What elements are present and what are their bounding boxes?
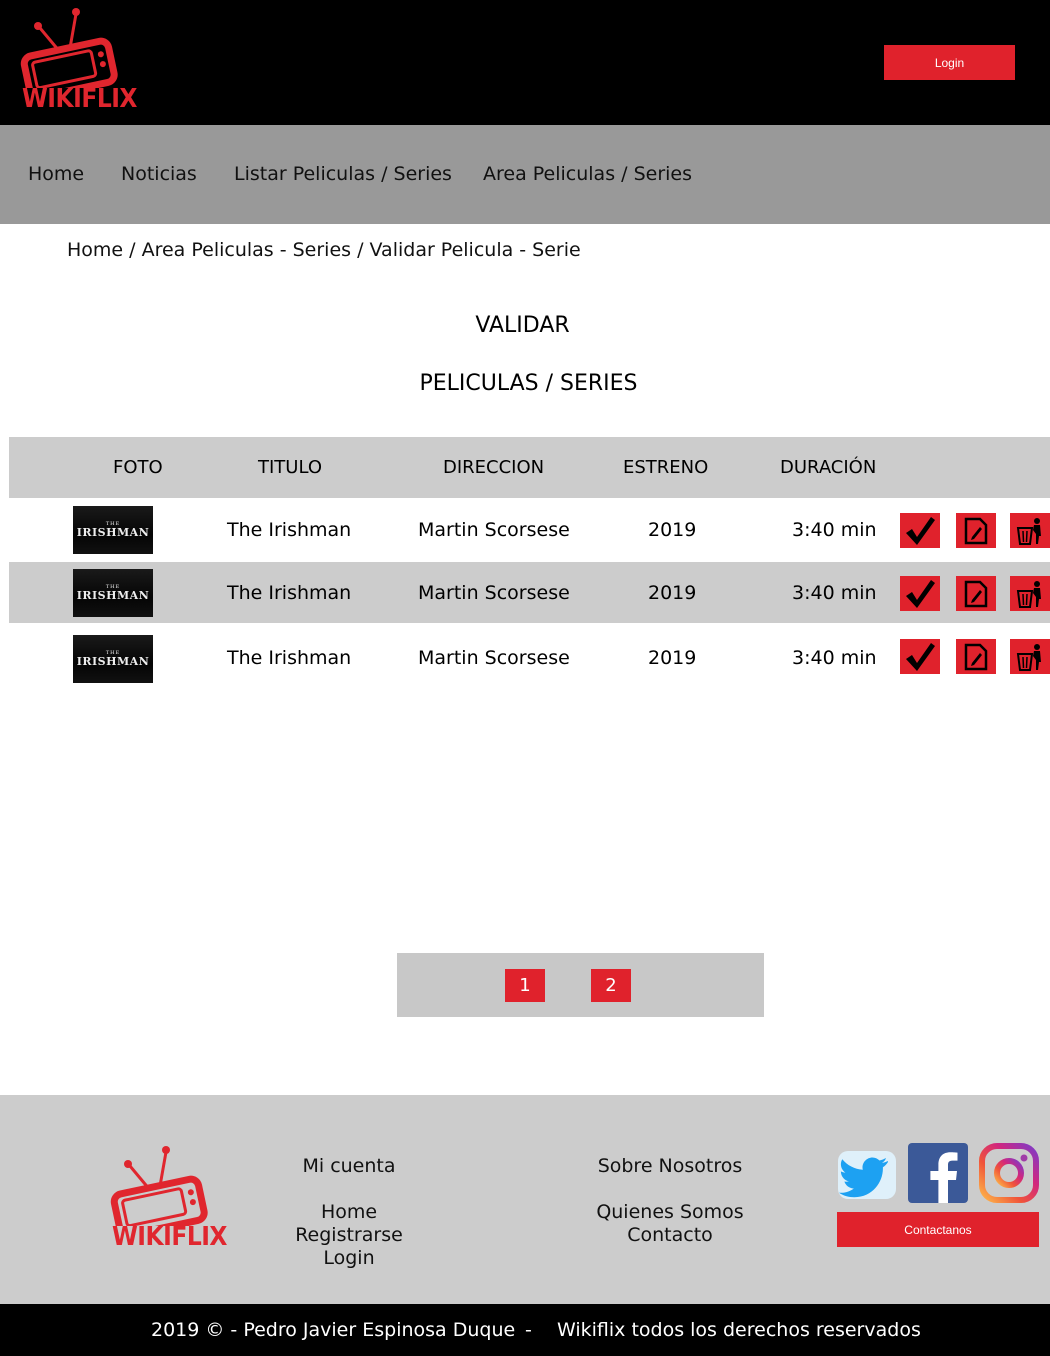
footer-link-quienes[interactable]: Quienes Somos xyxy=(560,1201,780,1224)
table-row: THE IRISHMAN The Irishman Martin Scorses… xyxy=(9,623,1050,693)
poster-image: THE IRISHMAN xyxy=(73,506,153,554)
validate-button[interactable] xyxy=(900,513,940,548)
twitter-link[interactable] xyxy=(836,1147,898,1203)
edit-icon xyxy=(964,643,988,670)
cell-direccion: Martin Scorsese xyxy=(418,647,570,669)
footer-col-title: Sobre Nosotros xyxy=(597,1155,743,1177)
cell-duracion: 3:40 min xyxy=(792,647,877,669)
validate-button[interactable] xyxy=(900,576,940,611)
copyright-bar: 2019 © - Pedro Javier Espinosa Duque - W… xyxy=(0,1304,1050,1356)
cell-estreno: 2019 xyxy=(648,519,697,541)
col-estreno: ESTRENO xyxy=(623,457,709,478)
facebook-icon xyxy=(908,1143,968,1203)
validate-button[interactable] xyxy=(900,639,940,674)
table-row: THE IRISHMAN The Irishman Martin Scorses… xyxy=(9,499,1050,561)
nav-item-home[interactable]: Home xyxy=(28,163,84,185)
poster-image: THE IRISHMAN xyxy=(73,635,153,683)
nav-item-area[interactable]: Area Peliculas / Series xyxy=(483,163,692,185)
cell-estreno: 2019 xyxy=(648,647,697,669)
main-nav: Home Noticias Listar Peliculas / Series … xyxy=(0,125,1050,224)
instagram-icon xyxy=(979,1143,1039,1203)
logo-wordmark: WIKIFLIX xyxy=(22,84,137,114)
trash-icon xyxy=(1016,643,1041,671)
check-icon xyxy=(906,642,935,671)
cell-titulo: The Irishman xyxy=(227,519,352,541)
check-icon xyxy=(906,579,935,608)
col-duracion: DURACIÓN xyxy=(780,457,877,478)
twitter-icon xyxy=(838,1151,896,1199)
trash-icon xyxy=(1016,517,1041,545)
footer-logo-wordmark: WIKIFLIX xyxy=(112,1222,227,1252)
edit-button[interactable] xyxy=(956,576,996,611)
footer-link-home[interactable]: Home xyxy=(249,1201,449,1224)
page-title: VALIDAR xyxy=(475,313,570,338)
col-titulo: TITULO xyxy=(258,457,323,478)
page-2-button[interactable]: 2 xyxy=(591,969,631,1002)
cell-titulo: The Irishman xyxy=(227,647,352,669)
tv-logo-icon xyxy=(110,1146,208,1239)
login-button[interactable]: Login xyxy=(884,45,1015,80)
copyright-separator: - xyxy=(525,1319,532,1341)
delete-button[interactable] xyxy=(1010,639,1050,674)
cell-duracion: 3:40 min xyxy=(792,582,877,604)
page-subtitle: PELICULAS / SERIES xyxy=(419,371,638,396)
trash-icon xyxy=(1016,580,1041,608)
copyright-text: 2019 © - Pedro Javier Espinosa Duque xyxy=(151,1319,516,1341)
edit-icon xyxy=(964,517,988,544)
col-foto: FOTO xyxy=(113,457,163,478)
cell-direccion: Martin Scorsese xyxy=(418,582,570,604)
facebook-link[interactable] xyxy=(908,1143,968,1203)
nav-item-listar[interactable]: Listar Peliculas / Series xyxy=(234,163,452,185)
table-row: THE IRISHMAN The Irishman Martin Scorses… xyxy=(9,562,1050,623)
cell-titulo: The Irishman xyxy=(227,582,352,604)
edit-button[interactable] xyxy=(956,513,996,548)
footer-col-account: Mi cuenta Home Registrarse Login xyxy=(249,1155,449,1270)
wikiflix-logo[interactable]: WIKIFLIX xyxy=(18,8,137,116)
cell-duracion: 3:40 min xyxy=(792,519,877,541)
nav-item-noticias[interactable]: Noticias xyxy=(121,163,197,185)
tv-logo-icon xyxy=(20,8,118,101)
footer-col-title: Mi cuenta xyxy=(302,1155,396,1177)
footer-col-about: Sobre Nosotros Quienes Somos Contacto xyxy=(560,1155,780,1247)
edit-icon xyxy=(964,580,988,607)
breadcrumb: Home / Area Peliculas - Series / Validar… xyxy=(67,239,581,261)
col-direccion: DIRECCION xyxy=(443,457,545,478)
rights-text: Wikiflix todos los derechos reservados xyxy=(557,1319,921,1341)
check-icon xyxy=(906,516,935,545)
poster-image: THE IRISHMAN xyxy=(73,569,153,617)
footer-logo[interactable]: WIKIFLIX xyxy=(108,1146,227,1256)
pagination: 1 2 xyxy=(397,953,764,1017)
footer-link-contacto[interactable]: Contacto xyxy=(560,1224,780,1247)
cell-estreno: 2019 xyxy=(648,582,697,604)
delete-button[interactable] xyxy=(1010,513,1050,548)
footer-link-register[interactable]: Registrarse xyxy=(249,1224,449,1247)
instagram-link[interactable] xyxy=(978,1142,1040,1204)
contact-button[interactable]: Contactanos xyxy=(837,1212,1039,1247)
cell-direccion: Martin Scorsese xyxy=(418,519,570,541)
footer-link-login[interactable]: Login xyxy=(249,1247,449,1270)
table-header: FOTO TITULO DIRECCION ESTRENO DURACIÓN xyxy=(9,437,1050,498)
page-1-button[interactable]: 1 xyxy=(505,969,545,1002)
delete-button[interactable] xyxy=(1010,576,1050,611)
edit-button[interactable] xyxy=(956,639,996,674)
